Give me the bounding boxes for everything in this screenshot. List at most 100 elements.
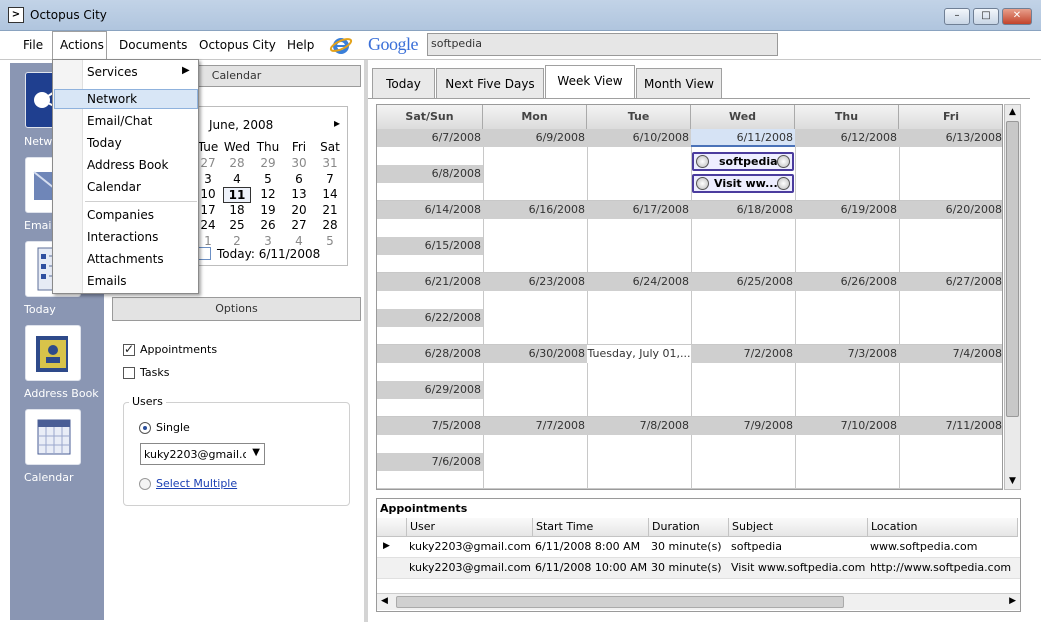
single-radio[interactable]	[139, 422, 151, 434]
appointments-horizontal-scrollbar[interactable]: ◀ ▶	[377, 593, 1020, 610]
tab-month-view[interactable]: Month View	[636, 68, 722, 98]
mini-calendar-day[interactable]: 12	[254, 187, 282, 201]
mini-calendar-day[interactable]: 4	[285, 234, 313, 248]
menu-item-attachments[interactable]: Attachments	[87, 252, 164, 266]
calendar-appointment[interactable]: Visit ww...	[692, 174, 794, 193]
day-date-label[interactable]: 6/17/2008	[587, 201, 691, 219]
day-date-label[interactable]: 6/16/2008	[483, 201, 587, 219]
mini-calendar-day[interactable]: 11	[223, 187, 251, 203]
select-multiple-radio[interactable]	[139, 478, 151, 490]
user-select[interactable]: kuky2203@gmail.com ▼	[140, 443, 265, 465]
calendar-appointment[interactable]: softpedia	[692, 152, 794, 171]
menu-item-address-book[interactable]: Address Book	[87, 158, 168, 172]
column-header-subject[interactable]: Subject	[729, 518, 868, 537]
horizontal-scrollbar-thumb[interactable]	[396, 596, 844, 608]
maximize-button[interactable]: □	[973, 8, 999, 25]
menu-help[interactable]: Help	[287, 38, 314, 52]
day-date-label[interactable]: 6/26/2008	[795, 273, 899, 291]
menu-octopus-city[interactable]: Octopus City	[199, 38, 276, 52]
mini-calendar-day[interactable]: 27	[285, 218, 313, 232]
appointments-checkbox[interactable]: ✓	[123, 342, 135, 356]
tab-next-five-days[interactable]: Next Five Days	[436, 68, 544, 98]
menu-item-today[interactable]: Today	[87, 136, 122, 150]
scroll-right-arrow-icon[interactable]: ▶	[1009, 596, 1016, 606]
mini-calendar-day[interactable]: 30	[285, 156, 313, 170]
mini-calendar-day[interactable]: 25	[223, 218, 251, 232]
day-date-label[interactable]: 6/28/2008	[377, 345, 483, 363]
menu-item-email-chat[interactable]: Email/Chat	[87, 114, 152, 128]
menu-documents[interactable]: Documents	[119, 38, 187, 52]
day-date-label[interactable]: 7/2/2008	[691, 345, 795, 363]
search-input[interactable]: softpedia	[427, 33, 778, 56]
menu-item-network[interactable]: Network	[87, 92, 137, 106]
day-date-label[interactable]: 7/8/2008	[587, 417, 691, 435]
google-logo[interactable]: Google	[368, 34, 419, 55]
day-date-label[interactable]: 6/22/2008	[377, 309, 483, 327]
scroll-up-arrow-icon[interactable]: ▲	[1006, 106, 1019, 119]
day-date-label[interactable]: 6/8/2008	[377, 165, 483, 183]
day-date-label[interactable]: 6/7/2008	[377, 129, 483, 147]
scroll-down-arrow-icon[interactable]: ▼	[1006, 475, 1019, 488]
select-multiple-link[interactable]: Select Multiple	[156, 477, 237, 490]
mini-calendar-day[interactable]: 28	[316, 218, 344, 232]
day-date-label[interactable]: 6/27/2008	[899, 273, 1002, 291]
mini-calendar-day[interactable]: 7	[316, 172, 344, 186]
mini-calendar-day[interactable]: 28	[223, 156, 251, 170]
day-date-label[interactable]: 6/21/2008	[377, 273, 483, 291]
today-link[interactable]: Today: 6/11/2008	[217, 247, 320, 261]
day-date-label[interactable]: 6/29/2008	[377, 381, 483, 399]
menu-item-companies[interactable]: Companies	[87, 208, 154, 222]
mini-calendar-day[interactable]: 29	[254, 156, 282, 170]
day-date-label[interactable]: Tuesday, July 01,...	[587, 345, 691, 363]
day-date-label[interactable]: 7/9/2008	[691, 417, 795, 435]
mini-calendar-day[interactable]: 26	[254, 218, 282, 232]
mini-calendar-day[interactable]: 31	[316, 156, 344, 170]
day-date-label[interactable]: 6/25/2008	[691, 273, 795, 291]
day-date-label[interactable]: 7/5/2008	[377, 417, 483, 435]
menu-item-calendar[interactable]: Calendar	[87, 180, 141, 194]
mini-calendar-day[interactable]: 4	[223, 172, 251, 186]
menu-item-emails[interactable]: Emails	[87, 274, 127, 288]
mini-calendar-day[interactable]: 20	[285, 203, 313, 217]
mini-calendar-day[interactable]: 2	[223, 234, 251, 248]
week-view-grid[interactable]: Sat/Sun Mon Tue Wed Thu Fri 6/7/2008 6/8/2008 6/…	[376, 104, 1003, 490]
day-date-label[interactable]: 6/10/2008	[587, 129, 691, 147]
column-header-start-time[interactable]: Start Time	[533, 518, 649, 537]
tasks-checkbox[interactable]	[123, 367, 135, 379]
menu-actions[interactable]: Actions	[60, 38, 104, 52]
scroll-left-arrow-icon[interactable]: ◀	[381, 596, 388, 606]
day-date-label[interactable]: 7/4/2008	[899, 345, 1002, 363]
column-header-location[interactable]: Location	[868, 518, 1018, 537]
day-date-label[interactable]: 7/11/2008	[899, 417, 1002, 435]
mini-calendar[interactable]: June, 2008 ▸ Tue Wed Thu Fri Sat 27 28 29 3…	[198, 106, 348, 266]
day-date-label[interactable]: 6/12/2008	[795, 129, 899, 147]
mini-calendar-day[interactable]: 5	[254, 172, 282, 186]
menu-item-services[interactable]: Services	[87, 65, 138, 79]
scrollbar-thumb[interactable]	[1006, 121, 1019, 417]
mini-calendar-day[interactable]: 19	[254, 203, 282, 217]
day-date-label[interactable]: 7/3/2008	[795, 345, 899, 363]
mini-calendar-day[interactable]: 21	[316, 203, 344, 217]
next-month-arrow-icon[interactable]: ▸	[334, 116, 340, 130]
day-date-label[interactable]: 6/15/2008	[377, 237, 483, 255]
sidebar-item-address-book[interactable]	[25, 325, 81, 381]
tab-today[interactable]: Today	[372, 68, 435, 98]
mini-calendar-day[interactable]: 13	[285, 187, 313, 201]
day-date-label[interactable]: 6/24/2008	[587, 273, 691, 291]
day-date-label[interactable]: 6/30/2008	[483, 345, 587, 363]
mini-calendar-day[interactable]: 3	[254, 234, 282, 248]
day-date-label[interactable]: 6/14/2008	[377, 201, 483, 219]
day-date-label[interactable]: 7/7/2008	[483, 417, 587, 435]
column-header-duration[interactable]: Duration	[649, 518, 729, 537]
column-header-user[interactable]: User	[407, 518, 533, 537]
actions-dropdown-menu[interactable]: Services ▶ Network Email/Chat Today Addr…	[52, 59, 199, 294]
minimize-button[interactable]: –	[944, 8, 970, 25]
internet-explorer-icon[interactable]	[329, 34, 353, 56]
week-grid-scrollbar[interactable]: ▲ ▼	[1004, 104, 1021, 490]
mini-calendar-day[interactable]: 14	[316, 187, 344, 201]
menu-item-interactions[interactable]: Interactions	[87, 230, 158, 244]
day-date-label[interactable]: 6/23/2008	[483, 273, 587, 291]
day-date-label[interactable]: 7/6/2008	[377, 453, 483, 471]
day-date-label[interactable]: 6/9/2008	[483, 129, 587, 147]
day-date-label[interactable]: 7/10/2008	[795, 417, 899, 435]
